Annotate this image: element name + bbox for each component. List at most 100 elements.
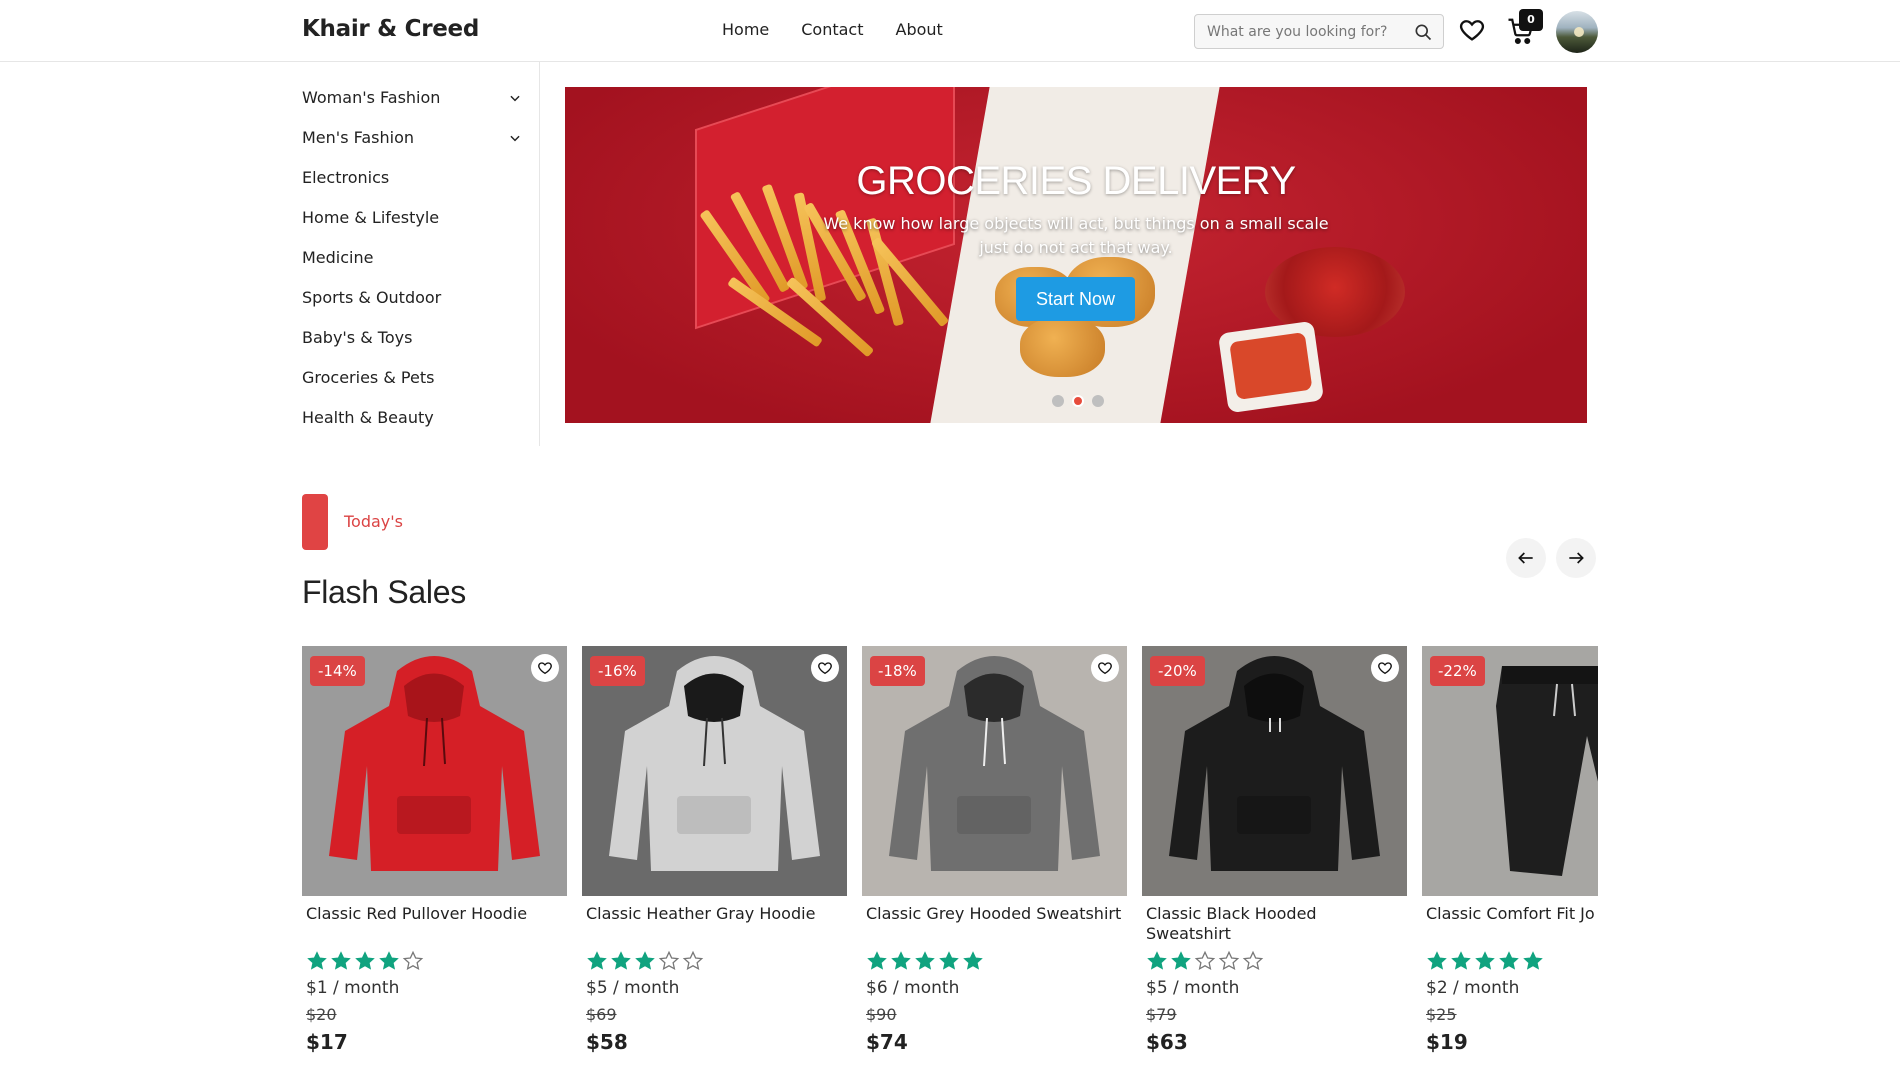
sidebar-item-groceries-pets[interactable]: Groceries & Pets — [302, 363, 522, 393]
start-now-button[interactable]: Start Now — [1016, 277, 1135, 321]
section-tag: Today's — [344, 512, 404, 531]
carousel-dot[interactable] — [1092, 395, 1104, 407]
logo[interactable]: Khair & Creed — [302, 16, 479, 42]
star-filled-icon — [331, 951, 351, 970]
banner-title: GROCERIES DELIVERY — [856, 159, 1296, 203]
heart-icon — [818, 662, 832, 675]
star-empty-icon — [402, 950, 424, 971]
rating-stars — [1146, 950, 1264, 972]
star-filled-icon — [379, 951, 399, 970]
nav-about[interactable]: About — [896, 20, 943, 39]
avatar[interactable] — [1556, 11, 1598, 53]
star-empty-icon — [1242, 950, 1264, 971]
product-name[interactable]: Classic Comfort Fit Jo — [1426, 904, 1598, 924]
star-filled-icon — [1451, 951, 1471, 970]
wishlist-heart-icon[interactable] — [1458, 16, 1486, 44]
original-price: $79 — [1146, 1005, 1177, 1024]
product-image: -16% — [582, 646, 847, 896]
search-icon[interactable] — [1413, 22, 1433, 42]
star-empty-icon — [1194, 950, 1216, 971]
cart-count-badge: 0 — [1519, 9, 1543, 31]
prev-button[interactable] — [1506, 538, 1546, 578]
star-empty-icon — [658, 950, 680, 971]
rating-stars — [586, 950, 704, 972]
add-to-wishlist-button[interactable] — [1371, 654, 1399, 682]
original-price: $90 — [866, 1005, 897, 1024]
star-filled-icon — [867, 951, 887, 970]
sauce-cup-image — [1217, 320, 1325, 414]
rating-stars — [1426, 950, 1544, 972]
star-filled-icon — [307, 951, 327, 970]
sidebar-item-medicine[interactable]: Medicine — [302, 243, 522, 273]
discount-badge: -20% — [1150, 656, 1205, 686]
search-input[interactable] — [1207, 22, 1407, 42]
carousel-dot-active[interactable] — [1072, 395, 1084, 407]
add-to-wishlist-button[interactable] — [531, 654, 559, 682]
original-price: $20 — [306, 1005, 337, 1024]
product-card[interactable]: -20% Classic Black Hooded Sweatshirt $5 … — [1142, 646, 1407, 1080]
star-filled-icon — [1475, 951, 1495, 970]
product-image: -14% — [302, 646, 567, 896]
product-image: -18% — [862, 646, 1127, 896]
product-name[interactable]: Classic Heather Gray Hoodie — [586, 904, 844, 924]
star-filled-icon — [611, 951, 631, 970]
discount-badge: -18% — [870, 656, 925, 686]
header: Khair & Creed Home Contact About 0 — [0, 0, 1900, 62]
sidebar-item-electronics[interactable]: Electronics — [302, 163, 522, 193]
sale-price: $58 — [586, 1030, 628, 1054]
sidebar-item-sports-outdoor[interactable]: Sports & Outdoor — [302, 283, 522, 313]
product-name[interactable]: Classic Black Hooded Sweatshirt — [1146, 904, 1404, 944]
product-card[interactable]: -18% Classic Grey Hooded Sweatshirt $6 /… — [862, 646, 1127, 1080]
product-card[interactable]: -22% Classic Comfort Fit Jo $2 / month $… — [1422, 646, 1598, 1080]
product-carousel: -14% Classic Red Pullover Hoodie $1 / mo… — [302, 646, 1598, 1080]
star-filled-icon — [915, 951, 935, 970]
sidebar-item-label: Health & Beauty — [302, 408, 434, 427]
sidebar-item-health-beauty[interactable]: Health & Beauty — [302, 403, 522, 433]
add-to-wishlist-button[interactable] — [1091, 654, 1119, 682]
product-name[interactable]: Classic Red Pullover Hoodie — [306, 904, 564, 924]
discount-badge: -16% — [590, 656, 645, 686]
arrow-left-icon — [1518, 552, 1533, 564]
sale-price: $19 — [1426, 1030, 1468, 1054]
heart-icon — [538, 662, 552, 675]
section-title: Flash Sales — [302, 574, 466, 610]
heart-icon — [1378, 662, 1392, 675]
star-filled-icon — [963, 951, 983, 970]
monthly-price: $1 / month — [306, 978, 400, 998]
sidebar-item-womens-fashion[interactable]: Woman's Fashion — [302, 83, 522, 113]
carousel-dot[interactable] — [1052, 395, 1064, 407]
sidebar-item-mens-fashion[interactable]: Men's Fashion — [302, 123, 522, 153]
rating-stars — [306, 950, 424, 972]
sidebar-item-label: Groceries & Pets — [302, 368, 435, 387]
category-sidebar: Woman's Fashion Men's Fashion Electronic… — [302, 62, 540, 446]
star-filled-icon — [587, 951, 607, 970]
section-marker — [302, 494, 328, 550]
nav-home[interactable]: Home — [722, 20, 769, 39]
product-card[interactable]: -16% Classic Heather Gray Hoodie $5 / mo… — [582, 646, 847, 1080]
next-button[interactable] — [1556, 538, 1596, 578]
product-image: -22% — [1422, 646, 1598, 896]
star-filled-icon — [1427, 951, 1447, 970]
nav-contact[interactable]: Contact — [801, 20, 863, 39]
sidebar-item-label: Woman's Fashion — [302, 88, 441, 107]
product-name[interactable]: Classic Grey Hooded Sweatshirt — [866, 904, 1124, 924]
arrow-right-icon — [1569, 552, 1584, 564]
monthly-price: $6 / month — [866, 978, 960, 998]
original-price: $25 — [1426, 1005, 1457, 1024]
discount-badge: -22% — [1430, 656, 1485, 686]
add-to-wishlist-button[interactable] — [811, 654, 839, 682]
star-filled-icon — [939, 951, 959, 970]
heart-icon — [1098, 662, 1112, 675]
original-price: $69 — [586, 1005, 617, 1024]
star-filled-icon — [891, 951, 911, 970]
star-filled-icon — [1499, 951, 1519, 970]
sidebar-item-label: Electronics — [302, 168, 390, 187]
sidebar-item-babys-toys[interactable]: Baby's & Toys — [302, 323, 522, 353]
product-card[interactable]: -14% Classic Red Pullover Hoodie $1 / mo… — [302, 646, 567, 1080]
search-box — [1194, 14, 1444, 49]
sidebar-item-label: Home & Lifestyle — [302, 208, 440, 227]
star-empty-icon — [682, 950, 704, 971]
product-image: -20% — [1142, 646, 1407, 896]
hero-banner: GROCERIES DELIVERY We know how large obj… — [565, 87, 1587, 423]
sidebar-item-home-lifestyle[interactable]: Home & Lifestyle — [302, 203, 522, 233]
